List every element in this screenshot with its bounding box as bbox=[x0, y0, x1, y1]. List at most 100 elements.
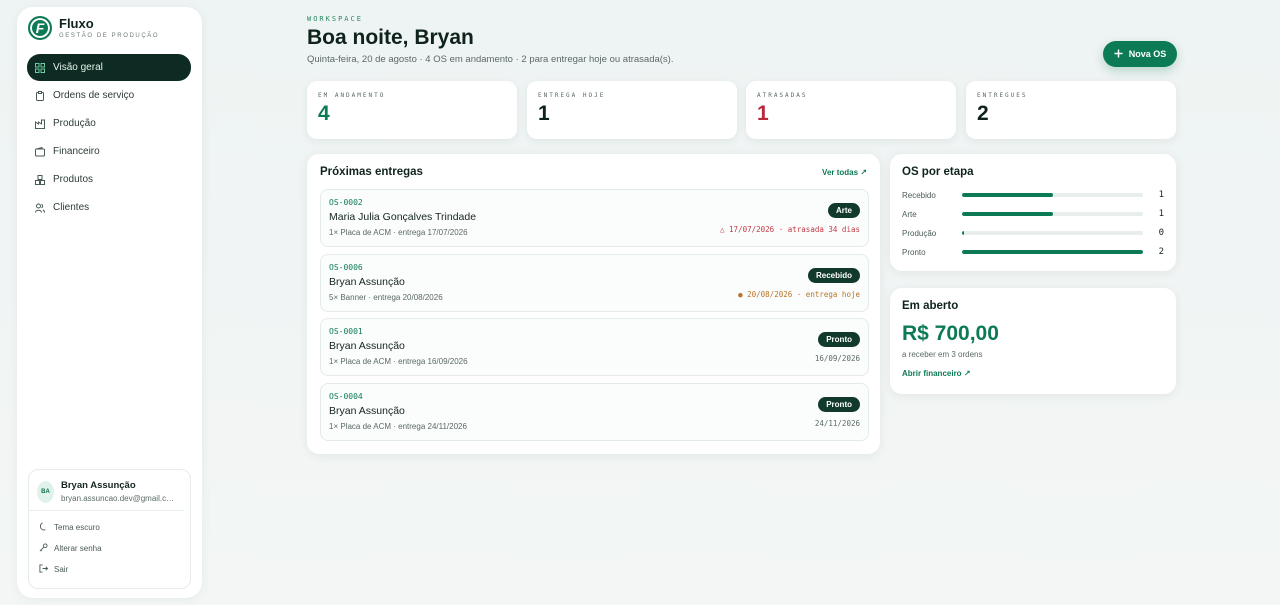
logout-label: Sair bbox=[54, 565, 69, 574]
change-password-label: Alterar senha bbox=[54, 544, 102, 553]
order-meta: 1× Placa de ACM · entrega 24/11/2026 bbox=[329, 422, 467, 431]
sidebar-item-label: Visão geral bbox=[53, 62, 103, 73]
order-id: OS-0006 bbox=[329, 263, 363, 272]
order-id: OS-0004 bbox=[329, 392, 363, 401]
order-card[interactable]: OS-0002 Maria Julia Gonçalves Trindade 1… bbox=[320, 189, 869, 247]
order-date: 16/09/2026 bbox=[814, 354, 860, 363]
stage-bar bbox=[962, 231, 1143, 235]
dark-theme-label: Tema escuro bbox=[54, 523, 100, 532]
stages-panel: OS por etapa Recebido 1 Arte 1 Produção … bbox=[890, 154, 1176, 271]
change-password-button[interactable]: Alterar senha bbox=[39, 538, 180, 559]
logout-button[interactable]: Sair bbox=[39, 559, 180, 580]
order-id: OS-0001 bbox=[329, 327, 363, 336]
sidebar-item-label: Ordens de serviço bbox=[53, 90, 135, 101]
arrow-up-right-icon: ↗ bbox=[963, 369, 971, 378]
order-date: 24/11/2026 bbox=[814, 419, 860, 428]
stage-fill bbox=[962, 193, 1053, 197]
brand-name: Fluxo bbox=[59, 16, 94, 31]
brand[interactable]: F Fluxo GESTÃO DE PRODUÇÃO bbox=[28, 16, 159, 40]
sidebar-item-visao-geral[interactable]: Visão geral bbox=[27, 54, 191, 81]
sidebar-item-label: Produção bbox=[53, 118, 96, 129]
new-order-button[interactable]: Nova OS bbox=[1103, 41, 1177, 67]
stat-label: EM ANDAMENTO bbox=[318, 92, 386, 99]
wallet-icon bbox=[35, 146, 45, 157]
dot-icon: ● bbox=[738, 290, 743, 299]
open-subtitle: a receber em 3 ordens bbox=[902, 350, 983, 359]
stat-value: 1 bbox=[757, 102, 769, 125]
open-title: Em aberto bbox=[902, 300, 959, 312]
order-id: OS-0002 bbox=[329, 198, 363, 207]
order-date: 20/08/2026 · entrega hoje bbox=[747, 290, 860, 299]
sidebar: F Fluxo GESTÃO DE PRODUÇÃO Visão geral O… bbox=[17, 7, 202, 598]
user-email: bryan.assuncao.dev@gmail.com bbox=[61, 494, 176, 503]
stage-bar bbox=[962, 212, 1143, 216]
stage-fill bbox=[962, 231, 964, 235]
stat-card-atrasadas: ATRASADAS 1 bbox=[746, 81, 956, 139]
open-finance-label: Abrir financeiro bbox=[902, 369, 962, 378]
order-meta: 5× Banner · entrega 20/08/2026 bbox=[329, 293, 443, 302]
moon-icon bbox=[39, 522, 48, 533]
stage-label: Produção bbox=[902, 228, 937, 238]
status-badge: Pronto bbox=[818, 332, 860, 347]
page-subtitle: Quinta-feira, 20 de agosto · 4 OS em and… bbox=[307, 54, 674, 65]
warning-icon: △ bbox=[720, 225, 725, 234]
user-profile[interactable]: BA Bryan Assunção bryan.assuncao.dev@gma… bbox=[29, 470, 184, 511]
stage-count: 1 bbox=[1158, 190, 1164, 200]
dark-theme-button[interactable]: Tema escuro bbox=[39, 517, 180, 538]
order-due: ● 20/08/2026 · entrega hoje bbox=[738, 290, 860, 299]
stage-label: Pronto bbox=[902, 247, 926, 257]
sidebar-item-label: Financeiro bbox=[53, 146, 100, 157]
sidebar-item-label: Produtos bbox=[53, 174, 94, 185]
new-order-label: Nova OS bbox=[1128, 49, 1167, 59]
see-all-link[interactable]: Ver todas ↗ bbox=[822, 168, 867, 177]
status-badge: Pronto bbox=[818, 397, 860, 412]
status-badge: Recebido bbox=[807, 268, 860, 283]
order-card[interactable]: OS-0006 Bryan Assunção 5× Banner · entre… bbox=[320, 254, 869, 312]
stages-title: OS por etapa bbox=[902, 166, 974, 178]
stage-row: Arte 1 bbox=[902, 208, 1164, 220]
stage-row: Produção 0 bbox=[902, 227, 1164, 239]
order-card[interactable]: OS-0001 Bryan Assunção 1× Placa de ACM ·… bbox=[320, 318, 869, 376]
brand-subtitle: GESTÃO DE PRODUÇÃO bbox=[59, 33, 160, 39]
plus-icon bbox=[1114, 48, 1123, 60]
open-finance-link[interactable]: Abrir financeiro ↗ bbox=[902, 369, 971, 378]
sidebar-item-label: Clientes bbox=[53, 202, 90, 213]
user-name: Bryan Assunção bbox=[61, 480, 136, 491]
stage-count: 1 bbox=[1158, 209, 1164, 219]
stat-card-em-andamento: EM ANDAMENTO 4 bbox=[307, 81, 517, 139]
order-client: Bryan Assunção bbox=[329, 276, 405, 288]
stat-label: ATRASADAS bbox=[757, 92, 808, 99]
deliveries-panel: Próximas entregas Ver todas ↗ OS-0002 Ma… bbox=[307, 154, 880, 454]
sidebar-nav: Visão geral Ordens de serviço Produção F… bbox=[27, 54, 191, 222]
sidebar-item-financeiro[interactable]: Financeiro bbox=[27, 138, 191, 165]
open-amount-panel: Em aberto R$ 700,00 a receber em 3 orden… bbox=[890, 288, 1176, 394]
logout-icon bbox=[39, 564, 49, 575]
stage-count: 2 bbox=[1158, 247, 1164, 257]
sidebar-item-producao[interactable]: Produção bbox=[27, 110, 191, 137]
stat-value: 2 bbox=[977, 102, 989, 125]
sidebar-item-produtos[interactable]: Produtos bbox=[27, 166, 191, 193]
boxes-icon bbox=[35, 174, 45, 185]
clipboard-icon bbox=[35, 90, 45, 101]
order-meta: 1× Placa de ACM · entrega 16/09/2026 bbox=[329, 357, 468, 366]
order-client: Bryan Assunção bbox=[329, 340, 405, 352]
open-amount: R$ 700,00 bbox=[902, 322, 999, 345]
stage-row: Pronto 2 bbox=[902, 246, 1164, 258]
fluxo-logo-icon: F bbox=[28, 16, 52, 40]
arrow-up-right-icon: ↗ bbox=[860, 168, 867, 177]
users-icon bbox=[35, 203, 45, 213]
sidebar-item-clientes[interactable]: Clientes bbox=[27, 194, 191, 221]
workspace-eyebrow: WORKSPACE bbox=[307, 15, 363, 23]
stage-label: Arte bbox=[902, 209, 917, 219]
stage-count: 0 bbox=[1158, 228, 1164, 238]
stat-card-entrega-hoje: ENTREGA HOJE 1 bbox=[527, 81, 737, 139]
factory-icon bbox=[35, 119, 45, 129]
order-client: Maria Julia Gonçalves Trindade bbox=[329, 211, 477, 223]
page-title: Boa noite, Bryan bbox=[307, 26, 474, 49]
sidebar-item-ordens[interactable]: Ordens de serviço bbox=[27, 82, 191, 109]
see-all-label: Ver todas bbox=[822, 168, 859, 177]
stage-fill bbox=[962, 250, 1143, 254]
order-card[interactable]: OS-0004 Bryan Assunção 1× Placa de ACM ·… bbox=[320, 383, 869, 441]
stat-value: 1 bbox=[538, 102, 550, 125]
stage-label: Recebido bbox=[902, 190, 936, 200]
